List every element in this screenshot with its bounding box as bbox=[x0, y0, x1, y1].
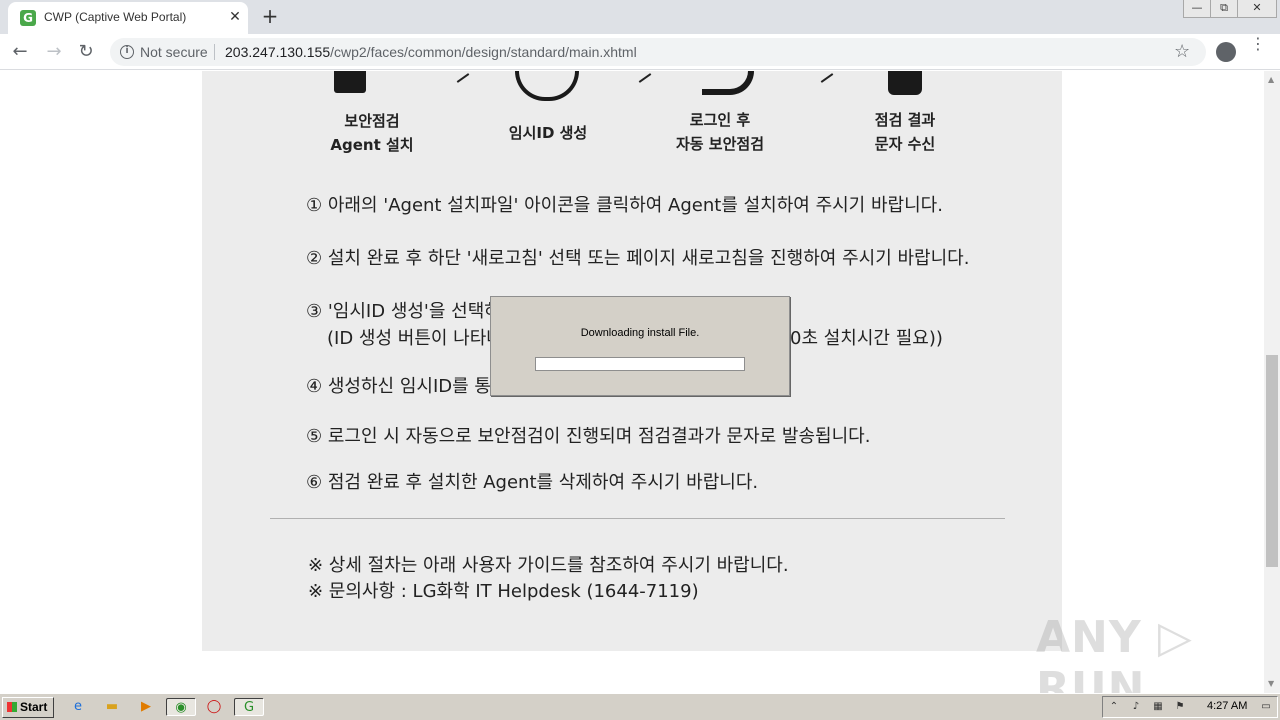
note-guide: ※ 상세 절차는 아래 사용자 가이드를 참조하여 주시기 바랍니다. bbox=[308, 555, 789, 576]
instruction-4: ④ 생성하신 임시ID를 통 bbox=[306, 376, 491, 397]
download-dialog: Downloading install File. bbox=[490, 296, 790, 396]
url-path: /cwp2/faces/common/design/standard/main.… bbox=[330, 44, 637, 60]
tab-title: CWP (Captive Web Portal) bbox=[44, 10, 187, 24]
start-label: Start bbox=[20, 700, 48, 714]
step-line: 로그인 후 bbox=[689, 111, 751, 129]
folder-icon[interactable]: ▬ bbox=[102, 698, 122, 716]
step-line: 점검 결과 bbox=[874, 111, 936, 129]
step-label-result: 점검 결과 문자 수신 bbox=[835, 108, 975, 156]
show-desktop-icon[interactable]: ▭ bbox=[1259, 700, 1273, 714]
download-progress-bar bbox=[535, 357, 745, 371]
flag-icon[interactable]: ⚑ bbox=[1173, 700, 1187, 714]
forward-button[interactable]: → bbox=[42, 40, 66, 64]
arrow-icon bbox=[638, 73, 652, 83]
url-host: 203.247.130.155 bbox=[225, 44, 331, 60]
scroll-up-icon[interactable]: ▲ bbox=[1268, 75, 1274, 84]
instruction-3-sub: (ID 생성 버튼이 나타나 bbox=[327, 328, 503, 349]
phone-icon bbox=[888, 71, 922, 95]
new-tab-button[interactable]: + bbox=[258, 4, 282, 28]
opera-icon[interactable]: ◯ bbox=[204, 698, 224, 716]
scroll-thumb[interactable] bbox=[1266, 355, 1278, 567]
address-bar[interactable]: i Not secure 203.247.130.155/cwp2/faces/… bbox=[110, 38, 1206, 66]
step-label-temp-id: 임시ID 생성 bbox=[478, 121, 618, 145]
magnifier-icon bbox=[702, 71, 754, 95]
media-player-icon[interactable]: ▶ bbox=[136, 698, 156, 716]
info-circle-icon bbox=[515, 71, 579, 101]
browser-menu-icon[interactable]: ⋮ bbox=[1250, 36, 1266, 52]
step-line: 임시ID 생성 bbox=[508, 124, 588, 142]
clock[interactable]: 4:27 AM bbox=[1207, 700, 1247, 712]
chrome-icon[interactable]: ◉ bbox=[166, 698, 196, 716]
back-button[interactable]: ← bbox=[8, 40, 32, 64]
step-line: 보안점검 bbox=[344, 112, 400, 130]
security-status[interactable]: Not secure bbox=[140, 44, 208, 60]
page-scrollbar[interactable]: ▲ ▼ bbox=[1264, 71, 1280, 693]
restore-button[interactable]: ⧉ bbox=[1210, 0, 1238, 18]
profile-avatar-icon[interactable] bbox=[1216, 42, 1236, 62]
close-window-button[interactable]: ✕ bbox=[1237, 0, 1277, 18]
tray-expand-icon[interactable]: ⌃ bbox=[1107, 700, 1121, 714]
start-button[interactable]: Start bbox=[2, 697, 54, 718]
dialog-message: Downloading install File. bbox=[580, 327, 700, 339]
instruction-5: ⑤ 로그인 시 자동으로 보안점검이 진행되며 점검결과가 문자로 발송됩니다. bbox=[306, 426, 871, 447]
ie-icon[interactable]: e bbox=[68, 698, 88, 716]
tab-bar: G CWP (Captive Web Portal) ✕ + — ⧉ ✕ bbox=[0, 0, 1280, 34]
system-tray: ⌃ ♪ ▦ ⚑ 4:27 AM ▭ bbox=[1102, 696, 1278, 718]
step-label-agent: 보안점검 Agent 설치 bbox=[302, 109, 442, 157]
note-helpdesk: ※ 문의사항 : LG화학 IT Helpdesk (1644-7119) bbox=[308, 581, 699, 602]
instruction-3-sub-end: 0초 설치시간 필요)) bbox=[790, 328, 943, 349]
instruction-6: ⑥ 점검 완료 후 설치한 Agent를 삭제하여 주시기 바랍니다. bbox=[306, 472, 759, 493]
monitor-icon bbox=[334, 71, 366, 93]
arrow-icon bbox=[456, 73, 470, 83]
reload-button[interactable]: ↻ bbox=[74, 40, 98, 64]
volume-icon[interactable]: ♪ bbox=[1129, 700, 1143, 714]
step-label-login: 로그인 후 자동 보안점검 bbox=[650, 108, 790, 156]
url-text[interactable]: 203.247.130.155/cwp2/faces/common/design… bbox=[225, 44, 637, 60]
taskbar: Start e ▬ ▶ ◉ ◯ G ⌃ ♪ ▦ ⚑ 4:27 AM ▭ bbox=[0, 693, 1280, 720]
divider bbox=[214, 44, 215, 60]
instruction-1: ① 아래의 'Agent 설치파일' 아이콘을 클릭하여 Agent를 설치하여… bbox=[306, 195, 943, 216]
browser-toolbar: ← → ↻ i Not secure 203.247.130.155/cwp2/… bbox=[0, 34, 1280, 70]
step-line: 문자 수신 bbox=[874, 135, 936, 153]
step-line: 자동 보안점검 bbox=[675, 135, 765, 153]
cwp-app-icon[interactable]: G bbox=[234, 698, 264, 716]
instruction-3: ③ '임시ID 생성'을 선택하 bbox=[306, 301, 501, 322]
step-line: Agent 설치 bbox=[330, 136, 414, 154]
browser-tab[interactable]: G CWP (Captive Web Portal) ✕ bbox=[8, 2, 248, 34]
tab-close-icon[interactable]: ✕ bbox=[226, 7, 244, 27]
info-icon[interactable]: i bbox=[120, 45, 134, 59]
arrow-icon bbox=[820, 73, 834, 83]
favicon-icon: G bbox=[20, 10, 36, 26]
bookmark-star-icon[interactable]: ☆ bbox=[1174, 41, 1190, 62]
network-icon[interactable]: ▦ bbox=[1151, 700, 1165, 714]
divider bbox=[270, 518, 1005, 519]
minimize-button[interactable]: — bbox=[1183, 0, 1211, 18]
windows-logo-icon bbox=[7, 702, 17, 712]
instruction-2: ② 설치 완료 후 하단 '새로고침' 선택 또는 페이지 새로고침을 진행하여… bbox=[306, 248, 970, 269]
